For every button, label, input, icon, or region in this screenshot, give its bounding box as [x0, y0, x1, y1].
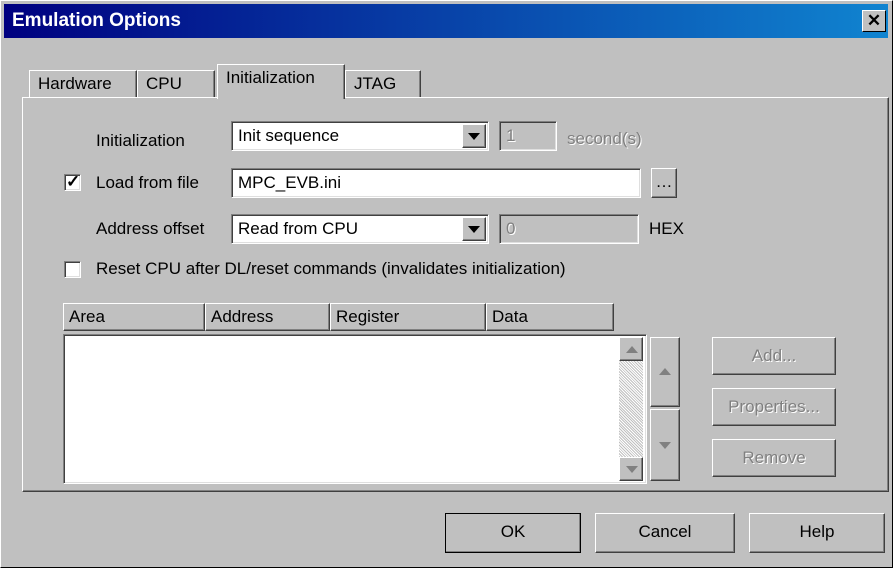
move-down-button[interactable]: [650, 409, 680, 481]
help-button[interactable]: Help: [749, 513, 885, 553]
chevron-down-icon: [468, 133, 480, 140]
tab-hardware-label: Hardware: [38, 74, 112, 93]
table-scrollbar[interactable]: [619, 337, 643, 481]
cancel-button-label: Cancel: [638, 522, 692, 541]
tab-jtag-label: JTAG: [354, 74, 397, 93]
add-button-label: Add...: [751, 346, 797, 365]
close-icon: ✕: [866, 11, 882, 30]
address-offset-field[interactable]: 0: [499, 214, 639, 244]
properties-button[interactable]: Properties...: [712, 388, 836, 426]
down-arrow-icon: [659, 442, 671, 449]
help-button-label: Help: [799, 522, 835, 541]
load-from-file-checkbox[interactable]: ✓: [64, 172, 81, 191]
tab-initialization[interactable]: Initialization: [217, 64, 345, 99]
chevron-down-icon: [468, 226, 480, 233]
tab-initialization-label: Initialization: [226, 68, 315, 87]
browse-file-button[interactable]: …: [651, 168, 677, 198]
close-button[interactable]: ✕: [862, 10, 886, 32]
seconds-unit: second(s): [567, 129, 642, 148]
tab-jtag[interactable]: JTAG: [345, 70, 421, 98]
column-header-address-label: Address: [211, 307, 274, 326]
add-button[interactable]: Add...: [712, 337, 836, 375]
load-from-file-input[interactable]: MPC_EVB.ini: [231, 168, 641, 198]
seconds-field[interactable]: 1: [499, 121, 557, 151]
up-arrow-icon: [659, 368, 671, 375]
column-header-data[interactable]: Data: [486, 303, 614, 331]
seconds-value: 1: [506, 126, 516, 145]
column-header-register[interactable]: Register: [330, 303, 486, 331]
column-header-area[interactable]: Area: [63, 303, 205, 331]
tab-hardware[interactable]: Hardware: [29, 70, 137, 98]
emulation-options-dialog: Emulation Options ✕ Hardware CPU Initial…: [0, 0, 893, 568]
window-title: Emulation Options: [12, 10, 181, 31]
address-offset-select-value: Read from CPU: [238, 219, 358, 238]
column-header-data-label: Data: [492, 307, 528, 326]
scroll-up-button[interactable]: [619, 337, 643, 361]
hex-unit-label: HEX: [649, 219, 684, 238]
move-up-button[interactable]: [650, 337, 680, 407]
scroll-down-icon: [626, 466, 638, 473]
column-header-area-label: Area: [69, 307, 105, 326]
initialization-select-value: Init sequence: [238, 126, 340, 145]
load-from-file-label: Load from file: [96, 173, 199, 192]
scroll-down-button[interactable]: [619, 457, 643, 481]
scroll-up-icon: [626, 346, 638, 353]
load-from-file-value: MPC_EVB.ini: [238, 173, 341, 192]
ok-button-label: OK: [500, 522, 526, 541]
remove-button[interactable]: Remove: [712, 439, 836, 477]
cancel-button[interactable]: Cancel: [595, 513, 735, 553]
tab-cpu-label: CPU: [146, 74, 182, 93]
ok-button[interactable]: OK: [445, 513, 581, 553]
address-offset-label: Address offset: [96, 219, 205, 238]
initialization-dropdown-button[interactable]: [462, 124, 486, 148]
tab-cpu[interactable]: CPU: [137, 70, 215, 98]
address-offset-dropdown-button[interactable]: [462, 217, 486, 241]
address-offset-value: 0: [506, 219, 516, 238]
check-icon: ✓: [66, 172, 81, 191]
column-header-register-label: Register: [336, 307, 400, 326]
browse-icon: …: [655, 172, 673, 191]
column-header-address[interactable]: Address: [205, 303, 330, 331]
properties-button-label: Properties...: [728, 397, 820, 416]
initialization-label: Initialization: [96, 131, 185, 150]
reset-cpu-checkbox[interactable]: [64, 261, 81, 278]
initialization-select[interactable]: Init sequence: [231, 121, 489, 151]
address-offset-select[interactable]: Read from CPU: [231, 214, 489, 244]
init-table-body[interactable]: [63, 334, 647, 484]
reset-cpu-label: Reset CPU after DL/reset commands (inval…: [96, 259, 566, 278]
title-bar[interactable]: Emulation Options ✕: [4, 4, 888, 38]
remove-button-label: Remove: [742, 448, 806, 467]
